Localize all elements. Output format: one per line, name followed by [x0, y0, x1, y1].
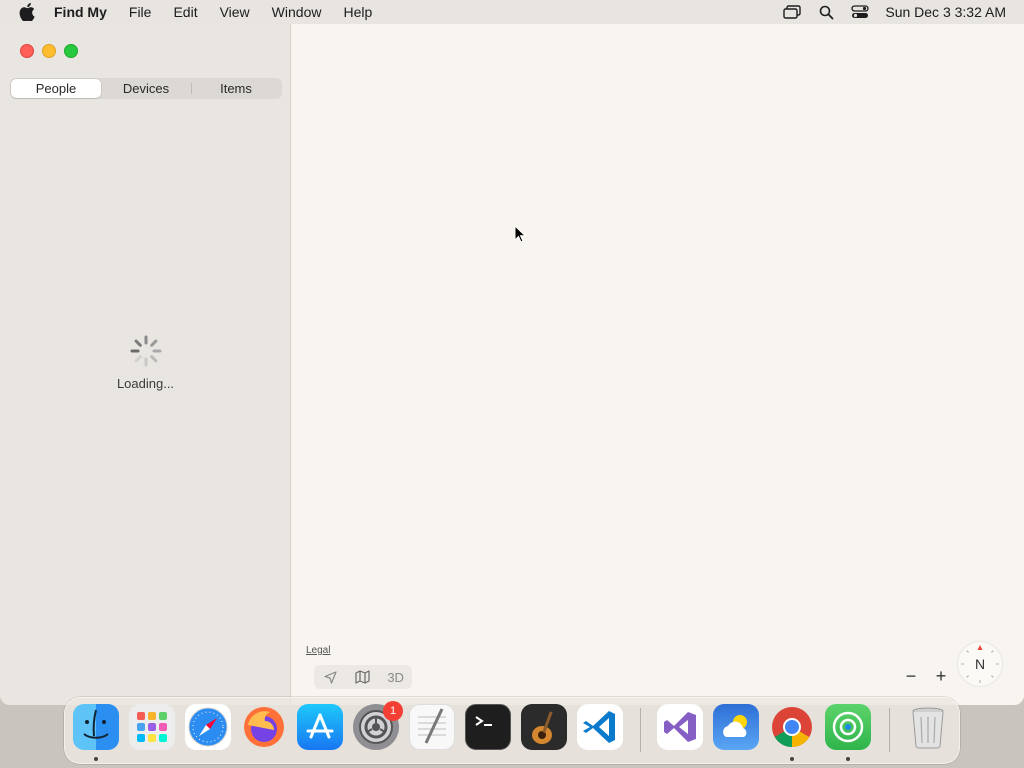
find-my-icon[interactable] — [825, 704, 871, 750]
app-store-icon[interactable] — [297, 704, 343, 750]
zoom-in-button[interactable]: + — [936, 666, 947, 687]
minimize-window-button[interactable] — [42, 44, 56, 58]
dock: 1 — [64, 697, 960, 764]
vscode-icon[interactable] — [577, 704, 623, 750]
current-location-button[interactable] — [315, 665, 345, 689]
spotlight-search-icon[interactable] — [809, 0, 843, 24]
tab-items[interactable]: Items — [191, 79, 281, 98]
menu-edit[interactable]: Edit — [162, 0, 208, 24]
maximize-window-button[interactable] — [64, 44, 78, 58]
zoom-controls: − + — [896, 664, 956, 688]
sidebar: People Devices Items Loading... — [0, 24, 291, 705]
menu-app-name[interactable]: Find My — [54, 0, 118, 24]
finder-icon[interactable] — [73, 704, 119, 750]
control-center-icon[interactable] — [843, 0, 877, 24]
loading-text: Loading... — [116, 376, 175, 391]
location-arrow-icon — [324, 670, 337, 684]
window-controls — [20, 44, 78, 58]
safari-icon[interactable] — [185, 704, 231, 750]
map-icon — [355, 670, 371, 684]
menu-help[interactable]: Help — [332, 0, 383, 24]
compass-button[interactable]: N — [958, 642, 1002, 686]
mouse-cursor-icon — [514, 224, 527, 248]
view-3d-button[interactable]: 3D — [381, 665, 411, 689]
screen-mirroring-icon[interactable] — [775, 0, 809, 24]
map-mode-button[interactable] — [348, 665, 378, 689]
menu-bar: Find My File Edit View Window Help Sun D… — [0, 0, 1024, 24]
terminal-icon[interactable] — [465, 704, 511, 750]
dock-separator — [640, 708, 641, 752]
menu-view[interactable]: View — [209, 0, 261, 24]
finder-running-indicator — [94, 757, 98, 761]
map-controls: 3D — [314, 665, 412, 689]
apple-menu-icon[interactable] — [0, 3, 54, 21]
menu-window[interactable]: Window — [261, 0, 333, 24]
settings-notification-badge: 1 — [383, 701, 403, 721]
launchpad-icon[interactable] — [129, 704, 175, 750]
weather-icon[interactable] — [713, 704, 759, 750]
tab-people[interactable]: People — [11, 79, 101, 98]
menu-clock[interactable]: Sun Dec 3 3:32 AM — [885, 4, 1006, 20]
dock-separator — [889, 708, 890, 752]
loading-indicator: Loading... — [0, 334, 291, 391]
tab-devices[interactable]: Devices — [101, 79, 191, 98]
menu-file[interactable]: File — [118, 0, 163, 24]
chrome-icon[interactable] — [769, 704, 815, 750]
legal-link[interactable]: Legal — [306, 645, 330, 656]
trash-icon[interactable] — [905, 704, 951, 750]
sidebar-tabs: People Devices Items — [10, 78, 282, 99]
garageband-icon[interactable] — [521, 704, 567, 750]
find-my-running-indicator — [846, 757, 850, 761]
textedit-icon[interactable] — [409, 704, 455, 750]
compass-north-label: N — [974, 656, 986, 672]
visual-studio-icon[interactable] — [657, 704, 703, 750]
firefox-icon[interactable] — [241, 704, 287, 750]
loading-spinner-icon — [130, 335, 161, 367]
map-view[interactable]: Legal 3D − + N — [292, 24, 1024, 705]
find-my-window: People Devices Items Loading... Legal 3D… — [0, 24, 1024, 705]
chrome-running-indicator — [790, 757, 794, 761]
zoom-out-button[interactable]: − — [906, 666, 917, 687]
close-window-button[interactable] — [20, 44, 34, 58]
